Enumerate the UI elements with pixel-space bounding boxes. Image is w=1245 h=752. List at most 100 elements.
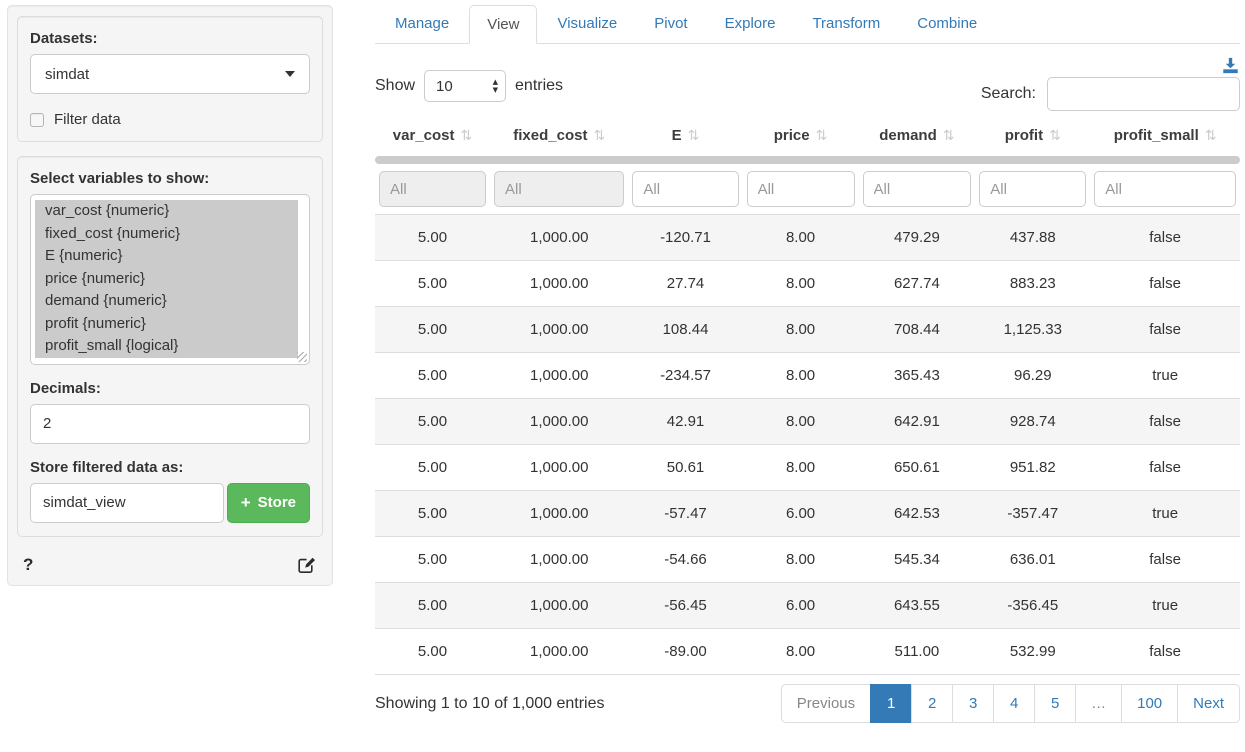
table-cell: -89.00 [628,629,742,674]
table-cell: 1,000.00 [490,307,628,352]
table-cell: 6.00 [743,491,859,536]
table-cell: false [1090,261,1240,306]
entries-label: entries [515,77,563,95]
filter-data-checkbox[interactable]: Filter data [30,111,310,128]
page-button-…[interactable]: … [1075,684,1122,723]
search-tools: Search: [981,57,1240,111]
store-name-input[interactable] [30,483,224,523]
help-icon[interactable]: ? [23,555,33,575]
page-button-100[interactable]: 100 [1121,684,1178,723]
pagination: Previous12345…100Next [781,684,1240,723]
column-header-price[interactable]: price⇅ [743,111,859,155]
table-cell: 108.44 [628,307,742,352]
tab-explore[interactable]: Explore [708,5,793,43]
page-button-previous[interactable]: Previous [781,684,871,723]
dataset-panel: Datasets: simdat Filter data [17,16,323,142]
dataset-select[interactable]: simdat [30,54,310,94]
table-cell: 883.23 [975,261,1090,306]
page-button-3[interactable]: 3 [952,684,994,723]
filter-cell [628,171,742,207]
table-filter-row [375,171,1240,207]
filter-input-demand[interactable] [863,171,972,207]
filter-input-profit[interactable] [979,171,1086,207]
edit-icon[interactable] [298,556,317,574]
table-cell: 5.00 [375,399,490,444]
table-cell: -56.45 [628,583,742,628]
sort-icon: ⇅ [688,128,700,144]
table-cell: false [1090,399,1240,444]
variable-option[interactable]: demand {numeric} [35,290,298,313]
page-button-1[interactable]: 1 [870,684,912,723]
sort-icon: ⇅ [1205,128,1217,144]
tab-transform[interactable]: Transform [795,5,897,43]
tab-manage[interactable]: Manage [378,5,466,43]
sidebar: Datasets: simdat Filter data Select vari… [7,5,333,586]
download-icon[interactable] [1222,57,1240,74]
table-cell: 532.99 [975,629,1090,674]
page-length-select[interactable]: 10 ▲▼ [424,70,506,102]
table-cell: 627.74 [859,261,976,306]
page-length-control: Show 10 ▲▼ entries [375,57,563,102]
page-button-4[interactable]: 4 [993,684,1035,723]
horizontal-scrollbar[interactable] [375,156,1240,164]
search-input[interactable] [1047,77,1240,111]
table-cell: 951.82 [975,445,1090,490]
table-cell: -356.45 [975,583,1090,628]
filter-input-fixed_cost [494,171,624,207]
table-cell: 8.00 [743,537,859,582]
variable-option[interactable]: var_cost {numeric} [35,200,298,223]
column-label: profit [1005,127,1043,144]
table-cell: 5.00 [375,353,490,398]
column-header-fixed_cost[interactable]: fixed_cost⇅ [490,111,628,155]
table-cell: 8.00 [743,445,859,490]
filter-input-E[interactable] [632,171,738,207]
column-header-E[interactable]: E⇅ [628,111,742,155]
variable-option[interactable]: E {numeric} [35,245,298,268]
table-cell: false [1090,629,1240,674]
variables-listbox[interactable]: var_cost {numeric}fixed_cost {numeric}E … [30,194,310,365]
table-cell: false [1090,215,1240,260]
filter-input-price[interactable] [747,171,855,207]
table-cell: 1,000.00 [490,629,628,674]
variable-option[interactable]: profit_small {logical} [35,335,298,358]
column-header-var_cost[interactable]: var_cost⇅ [375,111,490,155]
column-header-profit[interactable]: profit⇅ [975,111,1090,155]
page-button-2[interactable]: 2 [911,684,953,723]
table-body: 5.001,000.00-120.718.00479.29437.88false… [375,214,1240,675]
tab-visualize[interactable]: Visualize [540,5,634,43]
tab-pivot[interactable]: Pivot [637,5,704,43]
table-cell: 42.91 [628,399,742,444]
table-cell: 27.74 [628,261,742,306]
filter-input-profit_small[interactable] [1094,171,1236,207]
variable-option[interactable]: profit {numeric} [35,313,298,336]
variable-option[interactable]: fixed_cost {numeric} [35,223,298,246]
table-cell: 5.00 [375,491,490,536]
filter-cell [743,171,859,207]
page-button-5[interactable]: 5 [1034,684,1076,723]
table-cell: 96.29 [975,353,1090,398]
tab-view[interactable]: View [469,5,537,44]
decimals-input[interactable] [30,404,310,444]
table-cell: -57.47 [628,491,742,536]
tab-bar: ManageViewVisualizePivotExploreTransform… [375,5,1240,44]
table-cell: 8.00 [743,215,859,260]
store-button[interactable]: + Store [227,483,310,523]
spinner-icon: ▲▼ [493,79,498,94]
table-cell: 643.55 [859,583,976,628]
table-cell: 8.00 [743,307,859,352]
search-control: Search: [981,77,1240,111]
column-label: E [672,127,682,144]
page-button-next[interactable]: Next [1177,684,1240,723]
resize-handle[interactable] [297,352,307,362]
table-cell: -120.71 [628,215,742,260]
table-cell: 50.61 [628,445,742,490]
table-cell: 1,125.33 [975,307,1090,352]
column-header-demand[interactable]: demand⇅ [859,111,976,155]
column-header-profit_small[interactable]: profit_small⇅ [1090,111,1240,155]
tab-combine[interactable]: Combine [900,5,994,43]
sort-icon: ⇅ [461,128,473,144]
table-row: 5.001,000.00-120.718.00479.29437.88false [375,214,1240,260]
variable-option[interactable]: price {numeric} [35,268,298,291]
table-cell: 1,000.00 [490,399,628,444]
table-cell: 511.00 [859,629,976,674]
